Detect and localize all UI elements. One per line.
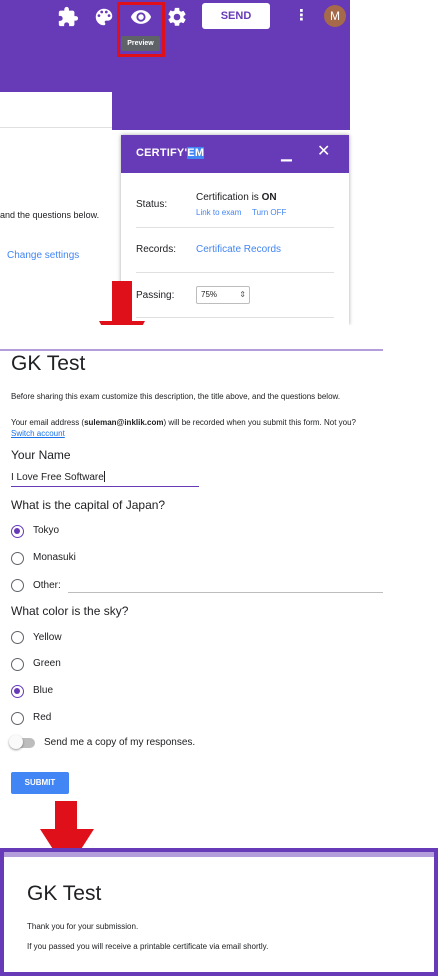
radio-green[interactable] [11,658,24,671]
name-input-value: I Love Free Software [11,472,104,483]
question-capital-label: What is the capital of Japan? [11,498,166,512]
email-address: suleman@inklik.com [84,418,164,427]
option-label: Yellow [33,632,62,643]
form-preview-section: GK Test Before sharing this exam customi… [0,325,438,825]
radio-blue[interactable] [11,685,24,698]
minimize-icon[interactable]: ▁ [281,145,292,162]
change-settings-link[interactable]: Change settings [7,250,79,261]
option-label: Tokyo [33,525,60,536]
submit-button[interactable]: SUBMIT [11,772,69,794]
divider [136,272,334,273]
option-label: Red [33,712,52,723]
confirmation-message: Thank you for your submission. [27,922,139,931]
confirmation-section: GK Test Thank you for your submission. I… [0,848,438,976]
option-label: Monasuki [33,552,76,563]
copy-toggle-knob[interactable] [9,735,23,749]
confirmation-card: GK Test Thank you for your submission. I… [4,852,434,972]
records-label: Records: [136,244,177,255]
confirmation-title: GK Test [27,882,102,905]
form-description-fragment: and the questions below. [0,210,100,220]
form-top-border [0,349,383,351]
certifyem-title: CERTIFY'EM [136,147,205,159]
passing-select[interactable]: 75% ⇕ [196,286,250,304]
status-value: ON [261,192,277,203]
link-to-exam[interactable]: Link to exam [196,208,241,217]
divider [136,317,334,318]
form-description: Before sharing this exam customize this … [11,392,341,401]
radio-other[interactable] [11,579,24,592]
editor-right-margin [350,0,438,325]
status-prefix: Certification is [196,192,262,203]
status-label: Status: [136,199,168,210]
passing-value: 75% [201,290,218,299]
gear-icon[interactable] [166,6,188,28]
other-text-input[interactable] [68,592,383,593]
puzzle-icon[interactable] [57,6,79,28]
option-label: Blue [33,685,54,696]
question-sky-label: What color is the sky? [11,604,129,618]
option-label: Green [33,658,61,669]
radio-yellow[interactable] [11,631,24,644]
certifyem-title-highlight: EM [187,147,205,159]
email-suffix: ) will be recorded when you submit this … [163,418,356,427]
certificate-notice: If you passed you will receive a printab… [27,942,269,951]
card-top-strip [4,852,434,857]
email-notice: Your email address (suleman@inklik.com) … [11,418,356,427]
radio-monasuki[interactable] [11,552,24,565]
status-text: Certification is ON [196,192,277,203]
turn-off-link[interactable]: Turn OFF [252,208,286,217]
certifyem-title-main: CERTIFY' [136,147,188,159]
send-button[interactable]: SEND [202,3,270,29]
form-card [0,92,112,325]
certifyem-header: CERTIFY'EM ▁ ✕ [121,135,349,173]
preview-tooltip: Preview [121,36,160,51]
certificate-records-link[interactable]: Certificate Records [196,244,281,255]
option-label: Other: [33,580,61,591]
question-name-label: Your Name [11,448,71,462]
forms-editor-section: Preview SEND ⋮ M and the questions below… [0,0,438,325]
form-card-header [0,92,112,128]
switch-account-link[interactable]: Switch account [11,429,65,438]
divider [136,227,334,228]
name-input[interactable]: I Love Free Software [11,470,199,487]
text-caret [103,471,105,482]
more-vert-icon[interactable]: ⋮ [294,7,309,25]
email-prefix: Your email address ( [11,418,85,427]
copy-toggle-label: Send me a copy of my responses. [44,737,196,748]
palette-icon[interactable] [93,6,115,28]
close-icon[interactable]: ✕ [317,141,330,161]
radio-red[interactable] [11,712,24,725]
radio-tokyo[interactable] [11,525,24,538]
avatar[interactable]: M [324,5,346,27]
certifyem-panel: CERTIFY'EM ▁ ✕ Status: Certification is … [121,135,349,325]
updown-icon: ⇕ [239,290,246,299]
form-title: GK Test [11,352,86,375]
